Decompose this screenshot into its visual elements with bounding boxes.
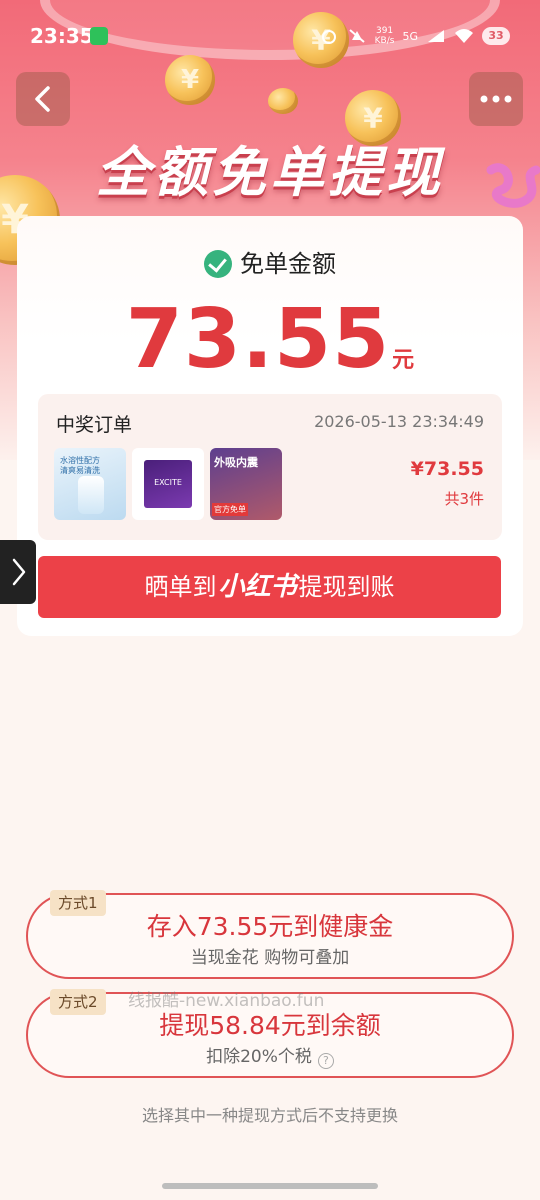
cta-suffix: 提现到账 <box>298 573 395 601</box>
amount-unit: 元 <box>392 348 415 373</box>
amount-display: 73.55元 <box>17 292 523 387</box>
chevron-right-icon <box>12 558 26 586</box>
net-speed-indicator: 391 KB/s <box>375 26 395 46</box>
check-icon <box>204 250 232 278</box>
option-title: 存入73.55元到健康金 <box>146 912 394 941</box>
option-subtitle: 当现金花 购物可叠加 <box>190 948 350 968</box>
amount-label: 免单金额 <box>240 250 336 278</box>
mute-icon <box>349 29 365 43</box>
more-dots-icon <box>480 95 512 103</box>
option-subtitle-row: 扣除20%个税? <box>28 1042 512 1069</box>
status-bar: 23:35 391 KB/s 5G 33 <box>0 0 540 72</box>
network-type: 5G <box>402 29 418 43</box>
more-button[interactable] <box>469 72 523 126</box>
coin-decoration <box>268 88 298 114</box>
cta-prefix: 晒单到 <box>144 573 217 601</box>
back-button[interactable] <box>16 72 70 126</box>
xiaohongshu-brand: 小红书 <box>218 572 297 602</box>
order-title: 中奖订单 <box>56 414 133 436</box>
share-to-xiaohongshu-button[interactable]: 晒单到小红书提现到账 <box>38 556 501 618</box>
wifi-icon <box>455 29 473 43</box>
product-thumbnail: EXCITE <box>132 448 204 520</box>
alarm-icon <box>321 30 336 44</box>
net-speed-value: 391 <box>375 26 394 36</box>
home-indicator[interactable] <box>162 1183 378 1189</box>
product-thumbnail: 外吸内震 官方免单 <box>210 448 282 520</box>
product-thumbnail-badge: 官方免单 <box>212 503 248 516</box>
side-drawer-handle[interactable] <box>0 540 36 604</box>
order-price: ¥73.55 <box>410 458 484 480</box>
option-title: 提现58.84元到余额 <box>159 1011 381 1040</box>
bottle-image <box>78 476 104 514</box>
wechat-notification-icon <box>90 27 108 45</box>
status-time: 23:35 <box>30 24 94 48</box>
amount-label-row: 免单金额 <box>17 244 523 279</box>
winning-order[interactable]: 中奖订单 2026-05-13 23:34:49 水溶性配方 清爽易清洗 EXC… <box>38 394 502 540</box>
footer-note: 选择其中一种提现方式后不支持更换 <box>141 1106 398 1125</box>
product-thumbnail-text: 外吸内震 <box>214 456 258 469</box>
signal-icon <box>428 30 444 42</box>
amount-value: 73.55 <box>125 292 391 387</box>
watermark: 线报酷-new.xianbao.fun <box>128 991 325 1011</box>
order-time: 2026-05-13 23:34:49 <box>314 412 484 431</box>
status-icons: 391 KB/s 5G 33 <box>319 26 510 46</box>
option-subtitle: 扣除20%个税 <box>206 1047 312 1067</box>
order-item-count: 共3件 <box>444 490 484 508</box>
battery-indicator: 33 <box>482 27 510 45</box>
product-thumbnail-text: 水溶性配方 清爽易清洗 <box>60 456 100 475</box>
help-icon[interactable]: ? <box>317 1053 334 1069</box>
page-title: 全额免单提现 <box>96 141 444 204</box>
product-thumbnail: 水溶性配方 清爽易清洗 <box>54 448 126 520</box>
net-speed-unit: KB/s <box>374 36 395 46</box>
product-thumbnail-text: EXCITE <box>154 478 182 487</box>
free-order-card: 免单金额 73.55元 中奖订单 2026-05-13 23:34:49 水溶性… <box>17 216 523 636</box>
chevron-left-icon <box>35 86 50 112</box>
withdraw-option-1[interactable]: 方式1 存入73.55元到健康金 当现金花 购物可叠加 <box>26 890 514 979</box>
